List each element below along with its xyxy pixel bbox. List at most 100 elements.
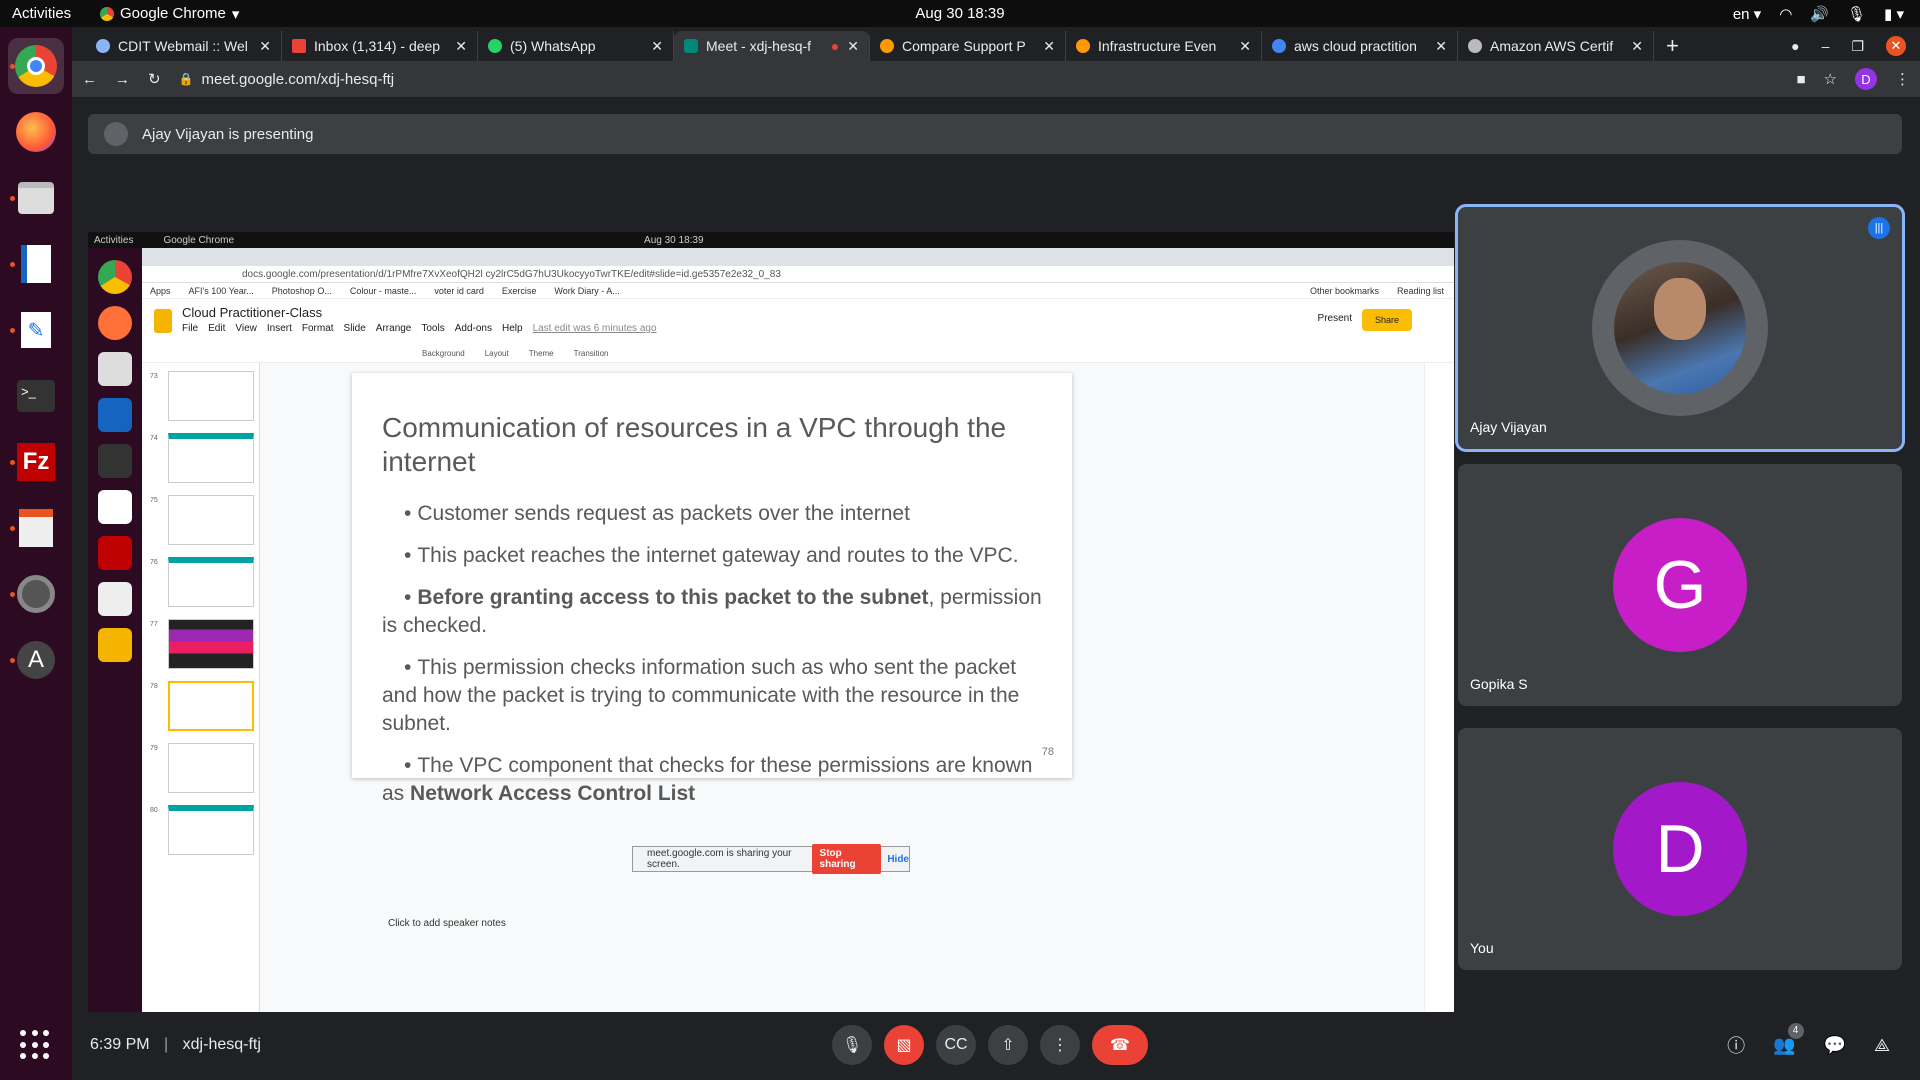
volume-icon[interactable]: 🔊 [1810, 5, 1829, 23]
slide-thumbnail [168, 805, 254, 855]
tab-cdit-webmail[interactable]: CDIT Webmail :: Wel ✕ [86, 31, 282, 61]
dock-writer[interactable] [8, 236, 64, 292]
tab-google-search[interactable]: aws cloud practition ✕ [1262, 31, 1458, 61]
dock-text-editor[interactable]: ✎ [8, 302, 64, 358]
more-menu-icon[interactable]: ⋮ [1895, 70, 1910, 88]
minimize-icon[interactable]: – [1822, 38, 1830, 54]
participant-tile-gopika[interactable]: G Gopika S [1458, 464, 1902, 706]
dock-viewer[interactable] [8, 500, 64, 556]
menu-item: Add-ons [454, 323, 492, 334]
software-center-icon: A [17, 641, 55, 679]
tab-aws-cert[interactable]: Amazon AWS Certif ✕ [1458, 31, 1654, 61]
present-now-button[interactable]: ⇧ [988, 1025, 1028, 1065]
files-icon [98, 352, 132, 386]
tab-aws-compare[interactable]: Compare Support P ✕ [870, 31, 1066, 61]
lock-icon: 🔒 [178, 72, 194, 86]
language-indicator[interactable]: en ▾ [1733, 5, 1761, 23]
meet-side-controls: ⓘ 👥 4 💬 ⟁ [1727, 1022, 1890, 1058]
bookmark-star-icon[interactable]: ☆ [1824, 70, 1837, 88]
dock-terminal[interactable]: >_ [8, 368, 64, 424]
participant-avatar: G [1613, 518, 1747, 652]
dock-firefox[interactable] [8, 104, 64, 160]
close-icon[interactable]: ✕ [1435, 38, 1447, 55]
aws-icon [880, 39, 894, 53]
bookmark-item: Apps [150, 285, 171, 296]
slide-number: 78 [1041, 746, 1054, 758]
thumb-number: 77 [150, 621, 158, 628]
participant-tile-you[interactable]: D You [1458, 728, 1902, 970]
microphone-icon[interactable]: 🎙 [1847, 5, 1866, 23]
tab-gmail[interactable]: Inbox (1,314) - deep ✕ [282, 31, 478, 61]
chrome-icon [100, 6, 114, 21]
slide-filmstrip: 73 74 75 76 77 78 79 80 [142, 363, 260, 1012]
gmail-icon [292, 39, 306, 53]
close-icon[interactable]: ✕ [1043, 38, 1055, 55]
forward-icon[interactable]: → [115, 71, 130, 88]
app-menu-label: Google Chrome [120, 5, 226, 22]
slide-thumbnail-selected [168, 681, 254, 731]
terminal-icon [98, 444, 132, 478]
slide-thumbnail [168, 557, 254, 607]
tab-title: Meet - xdj-hesq-f [706, 38, 812, 54]
menu-item: Edit [208, 323, 226, 334]
close-icon[interactable]: ✕ [455, 38, 467, 55]
system-clock[interactable]: Aug 30 18:39 [915, 5, 1004, 22]
activities-icon[interactable]: ⟁ [1874, 1035, 1890, 1056]
people-button[interactable]: 👥 4 [1773, 1022, 1804, 1056]
shared-screen-stream[interactable]: Activities Google Chrome Aug 30 18:39 do… [88, 232, 1454, 1012]
meet-icon [684, 39, 698, 53]
close-icon[interactable]: ✕ [259, 38, 271, 55]
shared-system-bar: Activities Google Chrome Aug 30 18:39 [88, 232, 1454, 248]
document-viewer-icon [19, 509, 53, 547]
battery-icon[interactable]: ▮ ▾ [1884, 5, 1904, 23]
dock-software[interactable]: A [8, 632, 64, 688]
meeting-info: 6:39 PM | xdj-hesq-ftj [90, 1036, 261, 1053]
menu-item: Arrange [375, 323, 412, 334]
app-menu[interactable]: Google Chrome ▾ [100, 5, 239, 23]
last-edit-text: Last edit was 6 minutes ago [532, 323, 657, 334]
tab-meet[interactable]: Meet - xdj-hesq-f ● ✕ [674, 31, 870, 61]
dock-settings[interactable] [8, 566, 64, 622]
show-applications-button[interactable] [20, 1030, 50, 1060]
close-icon[interactable]: ✕ [1631, 38, 1643, 55]
more-options-button[interactable]: ⋮ [1040, 1025, 1080, 1065]
window-close-button[interactable]: ✕ [1886, 36, 1906, 56]
tab-whatsapp[interactable]: (5) WhatsApp ✕ [478, 31, 674, 61]
camera-indicator-icon[interactable]: ■ [1796, 71, 1805, 88]
meeting-code: xdj-hesq-ftj [182, 1036, 261, 1053]
captions-button[interactable]: CC [936, 1025, 976, 1065]
chat-icon[interactable]: 💬 [1824, 1035, 1846, 1056]
bookmark-item: voter id card [434, 285, 484, 296]
leave-call-button[interactable]: ☎ [1092, 1025, 1148, 1065]
slides-header: Cloud Practitioner-Class File Edit View … [142, 299, 1454, 345]
address-bar[interactable]: 🔒 meet.google.com/xdj-hesq-ftj [179, 65, 1779, 93]
whatsapp-icon [488, 39, 502, 53]
camera-off-button[interactable]: ▧ [884, 1025, 924, 1065]
gear-icon [17, 575, 55, 613]
tab-aws-infra[interactable]: Infrastructure Even ✕ [1066, 31, 1262, 61]
webmail-icon [96, 39, 110, 53]
presenting-banner: Ajay Vijayan is presenting [88, 114, 1902, 154]
tab-search-icon[interactable]: ● [1791, 38, 1799, 54]
participant-tile-ajay[interactable]: ||| Ajay Vijayan [1455, 204, 1905, 452]
close-icon[interactable]: ✕ [847, 38, 859, 55]
menu-item: Format [301, 323, 334, 334]
close-icon[interactable]: ✕ [1239, 38, 1251, 55]
profile-avatar[interactable]: D [1855, 68, 1877, 90]
close-icon[interactable]: ✕ [651, 38, 663, 55]
dock-files[interactable] [8, 170, 64, 226]
slides-toolbar: Background Layout Theme Transition [142, 345, 1454, 363]
new-tab-button[interactable]: + [1654, 31, 1691, 61]
pencil-icon [98, 490, 132, 524]
dock-chrome[interactable] [8, 38, 64, 94]
speaking-indicator-icon: ||| [1868, 217, 1890, 239]
restore-icon[interactable]: ❐ [1851, 38, 1864, 55]
meeting-details-icon[interactable]: ⓘ [1727, 1032, 1745, 1058]
dock-filezilla[interactable]: Fz [8, 434, 64, 490]
reload-icon[interactable]: ↻ [148, 70, 161, 88]
wifi-icon[interactable]: ◠ [1779, 5, 1792, 23]
microphone-button[interactable]: 🎙 [832, 1025, 872, 1065]
tab-title: Amazon AWS Certif [1490, 38, 1614, 54]
back-icon[interactable]: ← [82, 71, 97, 88]
activities-button[interactable]: Activities [0, 5, 100, 22]
